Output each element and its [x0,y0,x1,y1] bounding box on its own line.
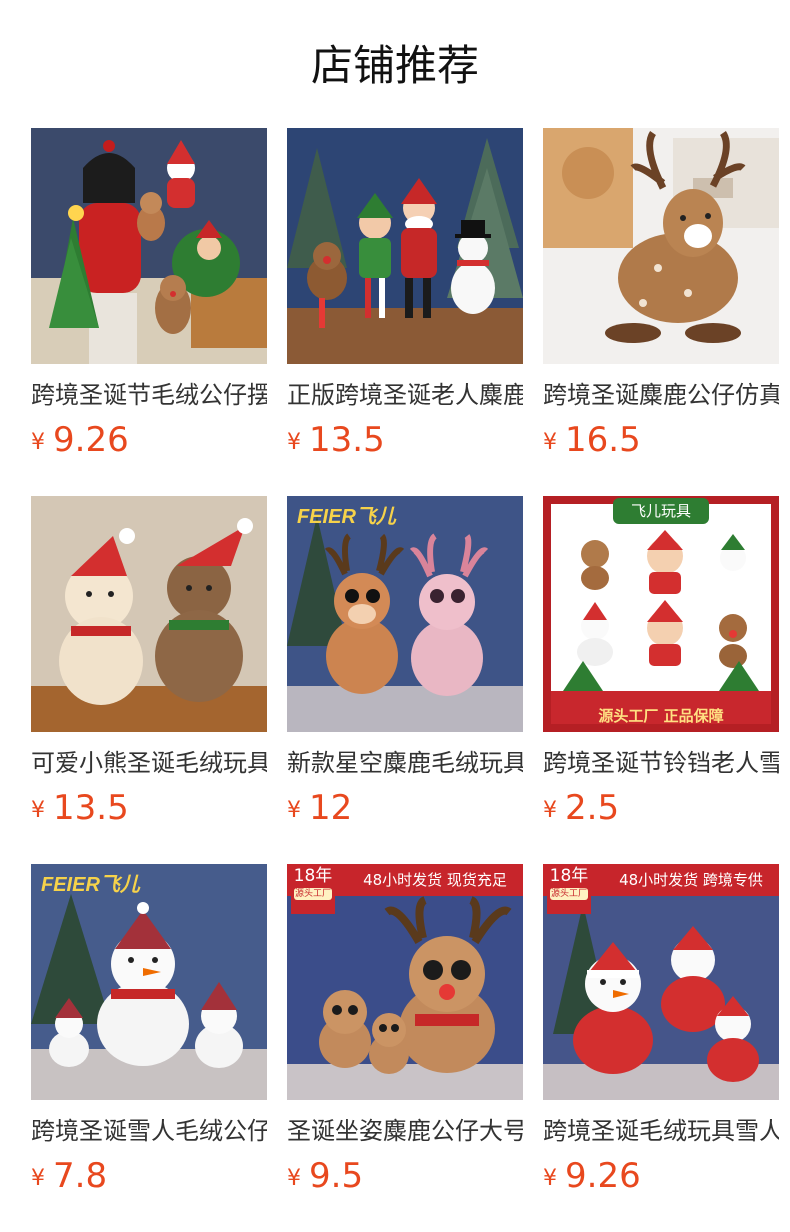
product-image[interactable] [31,128,267,364]
price-value: 9.5 [309,1156,364,1196]
price-value: 9.26 [565,1156,641,1196]
currency-symbol: ¥ [287,798,301,823]
product-card[interactable]: 飞儿玩具 源头工厂 正品保障 跨境圣诞节铃铛老人雪人 ¥2.5 [543,496,779,830]
product-price: ¥9.5 [287,1154,523,1198]
product-name[interactable]: 新款星空麋鹿毛绒玩具 [287,746,523,780]
product-image[interactable]: 18年 源头工厂 48小时发货 跨境专供 [543,864,779,1100]
currency-symbol: ¥ [543,798,557,823]
product-card[interactable]: 18年 源头工厂 48小时发货 跨境专供 跨境圣诞毛绒玩具雪人 ¥9.26 [543,864,779,1198]
price-value: 13.5 [53,788,129,828]
product-name[interactable]: 跨境圣诞雪人毛绒公仔 [31,1114,267,1148]
product-image[interactable]: FEIER飞儿 [287,496,523,732]
currency-symbol: ¥ [543,430,557,455]
shop-banner: 飞儿玩具 [613,498,709,524]
badge-years: 18年 [549,866,589,886]
product-price: ¥9.26 [31,418,267,462]
badge-years: 18年 [293,866,333,886]
product-image[interactable]: FEIER飞儿 [31,864,267,1100]
currency-symbol: ¥ [287,430,301,455]
product-card[interactable]: 正版跨境圣诞老人麋鹿雪人 ¥13.5 [287,128,523,462]
brand-logo: FEIER飞儿 [297,506,396,528]
product-image[interactable] [543,128,779,364]
product-price: ¥2.5 [543,786,779,830]
product-name[interactable]: 可爱小熊圣诞毛绒玩具 [31,746,267,780]
brand-logo: FEIER飞儿 [41,874,140,896]
product-name[interactable]: 正版跨境圣诞老人麋鹿雪人 [287,378,523,412]
product-card[interactable]: 跨境圣诞节毛绒公仔摆件 ¥9.26 [31,128,267,462]
price-value: 9.26 [53,420,129,460]
currency-symbol: ¥ [31,430,45,455]
section-title: 店铺推荐 [310,41,479,90]
product-card[interactable]: 18年 源头工厂 48小时发货 现货充足 圣诞坐姿麋鹿公仔大号 ¥9.5 [287,864,523,1198]
price-value: 13.5 [309,420,385,460]
product-price: ¥9.26 [543,1154,779,1198]
product-price: ¥7.8 [31,1154,267,1198]
shipping-banner: 48小时发货 跨境专供 [619,871,763,889]
price-value: 7.8 [53,1156,108,1196]
price-value: 12 [309,788,353,828]
product-name[interactable]: 跨境圣诞节铃铛老人雪人 [543,746,779,780]
product-price: ¥13.5 [31,786,267,830]
badge-subtitle: 源头工厂 [550,888,588,900]
product-price: ¥12 [287,786,523,830]
product-card[interactable]: FEIER飞儿 跨境圣诞雪人毛绒公仔 ¥7.8 [31,864,267,1198]
price-value: 16.5 [565,420,641,460]
product-name[interactable]: 跨境圣诞毛绒玩具雪人 [543,1114,779,1148]
product-image[interactable] [287,128,523,364]
product-card[interactable]: 可爱小熊圣诞毛绒玩具 ¥13.5 [31,496,267,830]
product-image[interactable]: 飞儿玩具 源头工厂 正品保障 [543,496,779,732]
product-name[interactable]: 跨境圣诞麋鹿公仔仿真玩具 [543,378,779,412]
currency-symbol: ¥ [31,1166,45,1191]
currency-symbol: ¥ [543,1166,557,1191]
quality-badge: 源头工厂 正品保障 [598,707,724,725]
factory-badge: 18年 源头工厂 [291,864,335,914]
product-price: ¥16.5 [543,418,779,462]
product-image[interactable]: 18年 源头工厂 48小时发货 现货充足 [287,864,523,1100]
product-card[interactable]: FEIER飞儿 新款星空麋鹿毛绒玩具 ¥12 [287,496,523,830]
currency-symbol: ¥ [287,1166,301,1191]
product-price: ¥13.5 [287,418,523,462]
badge-subtitle: 源头工厂 [294,888,332,900]
currency-symbol: ¥ [31,798,45,823]
factory-badge: 18年 源头工厂 [547,864,591,914]
product-name[interactable]: 圣诞坐姿麋鹿公仔大号 [287,1114,523,1148]
product-name[interactable]: 跨境圣诞节毛绒公仔摆件 [31,378,267,412]
product-image[interactable] [31,496,267,732]
shipping-banner: 48小时发货 现货充足 [363,871,507,889]
price-value: 2.5 [565,788,620,828]
product-card[interactable]: 跨境圣诞麋鹿公仔仿真玩具 ¥16.5 [543,128,779,462]
